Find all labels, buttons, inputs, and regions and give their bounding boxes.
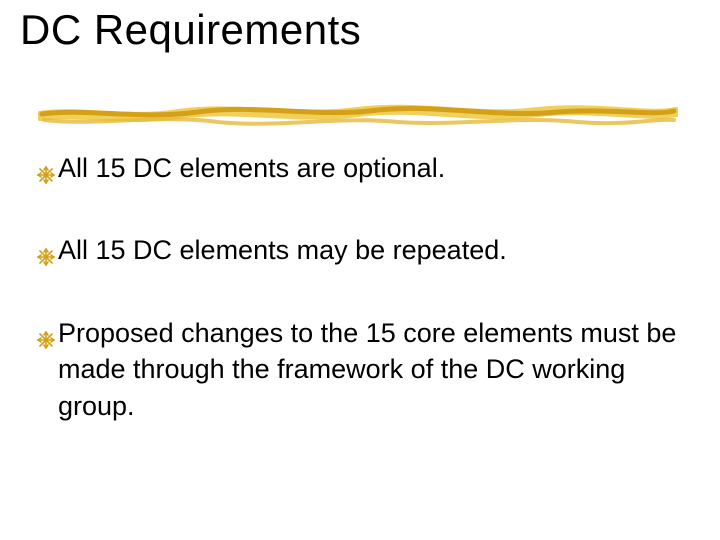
snowflake-bullet-icon (36, 240, 56, 260)
list-item: All 15 DC elements are optional. (36, 150, 688, 186)
snowflake-bullet-icon (36, 158, 56, 178)
slide: DC Requirements (0, 0, 720, 540)
list-item: All 15 DC elements may be repeated. (36, 232, 688, 268)
title-underline-brush (38, 100, 678, 128)
list-item-text: All 15 DC elements may be repeated. (58, 232, 688, 268)
slide-title: DC Requirements (20, 6, 361, 54)
list-item-text: All 15 DC elements are optional. (58, 150, 688, 186)
snowflake-bullet-icon (36, 323, 56, 343)
list-item-text: Proposed changes to the 15 core elements… (58, 315, 688, 424)
list-item: Proposed changes to the 15 core elements… (36, 315, 688, 424)
bullet-list: All 15 DC elements are optional. (36, 150, 688, 470)
